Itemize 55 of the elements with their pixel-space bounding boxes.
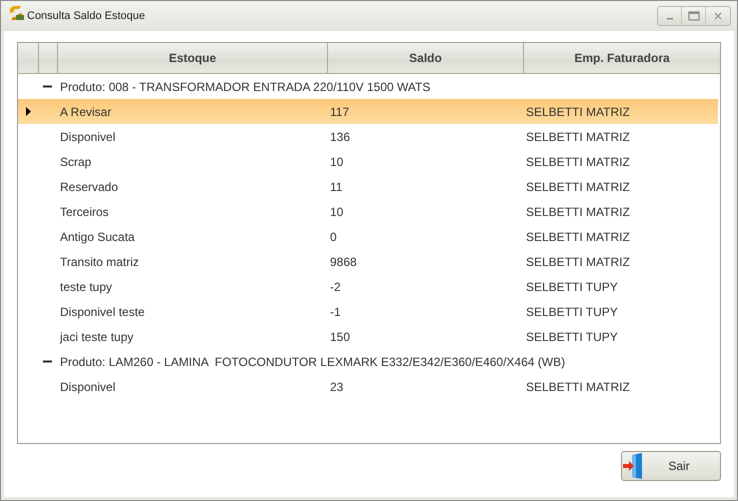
table-row[interactable]: Reservado 11 SELBETTI MATRIZ — [18, 174, 718, 199]
table-cell-text: 10 — [329, 154, 344, 168]
window-title: Consulta Saldo Estoque — [27, 10, 146, 22]
table-cell-text: 136 — [329, 130, 352, 144]
table-cell-text: 117 — [329, 104, 350, 118]
table-row[interactable]: Disponivel 136 SELBETTI MATRIZ — [18, 124, 718, 149]
table-cell-text: SELBETTI MATRIZ — [525, 380, 631, 394]
column-header[interactable]: Emp. Faturadora — [524, 43, 720, 73]
table-cell-text: 11 — [329, 180, 344, 194]
table-cell-text: Scrap — [59, 154, 92, 168]
table-cell-text: Disponivel teste — [59, 304, 146, 318]
table-row[interactable]: Disponivel 23 SELBETTI MATRIZ — [18, 374, 718, 399]
table-cell-text: Antigo Sucata — [59, 230, 136, 244]
table-cell-text: Disponivel — [59, 380, 116, 394]
table-cell-text: SELBETTI MATRIZ — [525, 230, 631, 244]
table-cell-text: SELBETTI TUPY — [525, 330, 619, 344]
table-row[interactable]: Terceiros 10 SELBETTI MATRIZ — [18, 199, 718, 224]
table-row[interactable]: Antigo Sucata 0 SELBETTI MATRIZ — [18, 224, 718, 249]
table-row[interactable]: teste tupy -2 SELBETTI TUPY — [18, 274, 718, 299]
table-row[interactable]: Transito matriz 9868 SELBETTI MATRIZ — [18, 249, 718, 274]
group-label: Produto: 008 - TRANSFORMADOR ENTRADA 220/110V 1500 WATS — [60, 80, 430, 94]
table-cell-text: SELBETTI TUPY — [525, 280, 619, 294]
table-cell-text: SELBETTI TUPY — [525, 304, 619, 318]
group-label: Produto: LAM260 - LAMINA FOTOCONDUTOR LEXMARK E332/E342/E360/E460/X464 (WB) — [60, 354, 566, 368]
row-pointer-icon — [26, 107, 31, 116]
table-cell-text: SELBETTI MATRIZ — [525, 254, 631, 268]
table-cell-text: Transito matriz — [59, 254, 140, 268]
table-cell-text: 9868 — [329, 254, 358, 268]
table-cell-text: 0 — [329, 230, 338, 244]
table-cell-text: SELBETTI MATRIZ — [525, 180, 631, 194]
table-cell-text: teste tupy — [59, 280, 114, 294]
table-cell-text: A Revisar — [59, 104, 112, 118]
table-row[interactable]: Scrap 10 SELBETTI MATRIZ — [18, 149, 718, 174]
table-cell-text: jaci teste tupy — [58, 330, 134, 344]
table-cell-text: Reservado — [59, 180, 120, 194]
maximize-icon — [688, 11, 700, 21]
table-cell-text: SELBETTI MATRIZ — [525, 154, 631, 168]
close-icon — [714, 12, 722, 20]
table-cell-text: 10 — [329, 204, 344, 218]
table-row[interactable]: Disponivel teste -1 SELBETTI TUPY — [18, 299, 718, 324]
table-row[interactable]: jaci teste tupy 150 SELBETTI TUPY — [18, 324, 718, 349]
table-cell-text: SELBETTI MATRIZ — [525, 104, 631, 118]
table-cell-text: -2 — [329, 280, 342, 294]
column-header[interactable]: Estoque — [58, 43, 328, 73]
table-cell-text: Terceiros — [59, 204, 110, 218]
table-cell-text: 23 — [329, 380, 344, 394]
table-cell-text: 150 — [329, 330, 352, 344]
table-cell-text: SELBETTI MATRIZ — [525, 130, 631, 144]
table-row[interactable]: A Revisar 117 SELBETTI MATRIZ — [18, 99, 718, 124]
app-logo-icon — [7, 4, 25, 22]
table-cell-text: Disponivel — [59, 130, 116, 144]
exit-button[interactable]: Sair — [621, 451, 721, 481]
column-header[interactable]: Saldo — [328, 43, 524, 73]
table-cell-text: SELBETTI MATRIZ — [525, 204, 631, 218]
table-cell-text: -1 — [329, 304, 342, 318]
